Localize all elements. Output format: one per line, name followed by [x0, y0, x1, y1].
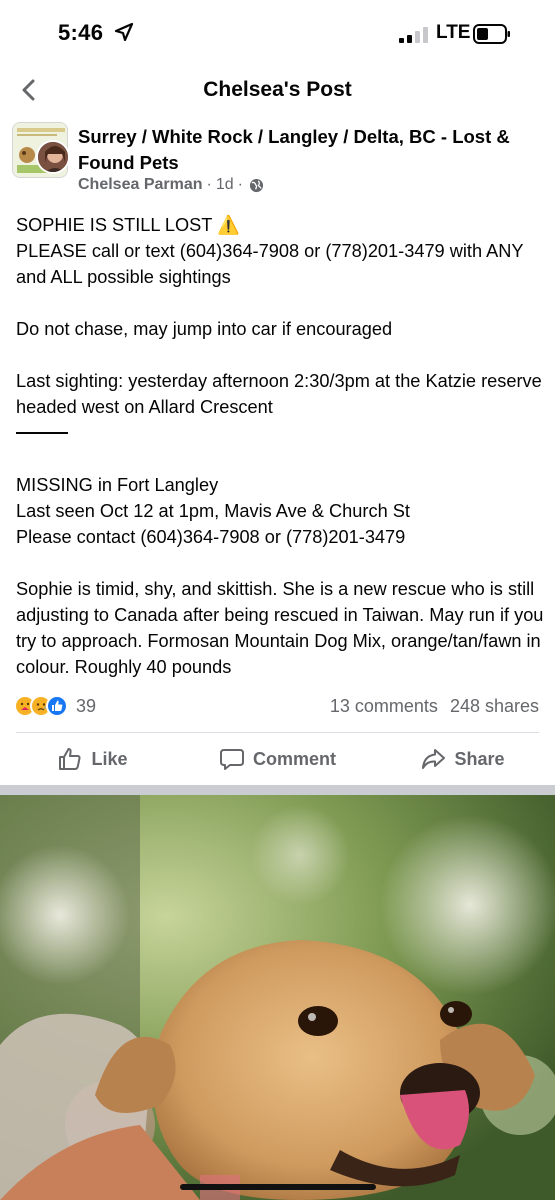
post-actions: Like Comment Share	[0, 733, 555, 785]
shares-count-link[interactable]: 248 shares	[450, 696, 539, 717]
signal-bars-icon	[399, 27, 428, 43]
post-text-line: SOPHIE IS STILL LOST ⚠️	[16, 215, 240, 235]
meta-separator: ·	[206, 176, 212, 193]
post-text-line: MISSING in Fort Langley	[16, 475, 219, 495]
dog-photo-icon	[0, 795, 555, 1200]
author-name[interactable]: Chelsea Parman	[78, 176, 203, 194]
battery-icon	[473, 24, 510, 44]
post-photo[interactable]	[0, 795, 555, 1200]
network-type: LTE	[436, 22, 471, 43]
comments-count-link[interactable]: 13 comments	[330, 696, 438, 717]
like-thumb-icon	[46, 695, 68, 717]
like-button[interactable]: Like	[0, 733, 185, 785]
post-header: Surrey / White Rock / Langley / Delta, B…	[0, 118, 555, 200]
post-text-line: Sophie is timid, shy, and skittish. She …	[16, 579, 544, 677]
comment-bubble-icon	[219, 749, 244, 770]
thumbs-up-icon	[59, 747, 81, 770]
group-name-link[interactable]: Surrey / White Rock / Langley / Delta, B…	[78, 124, 538, 176]
location-arrow-icon	[114, 22, 134, 42]
home-indicator[interactable]	[180, 1184, 376, 1190]
post-text-line: Last seen Oct 12 at 1pm, Mavis Ave & Chu…	[16, 501, 410, 521]
post-text-line: Please contact (604)364-7908 or (778)201…	[16, 527, 406, 547]
post-time[interactable]: 1d	[216, 176, 234, 194]
nav-bar: Chelsea's Post	[0, 62, 555, 117]
meta-separator: ·	[237, 176, 243, 193]
post-meta: Chelsea Parman · 1d ·	[78, 176, 264, 194]
post-text-line: PLEASE call or text (604)364-7908 or (77…	[16, 241, 524, 287]
reaction-count: 39	[76, 695, 97, 716]
share-label: Share	[454, 748, 505, 769]
status-time: 5:46	[58, 20, 104, 45]
engagement-counts: 13 comments 248 shares	[330, 696, 539, 717]
post-text-line: Last sighting: yesterday afternoon 2:30/…	[16, 371, 542, 417]
comment-button[interactable]: Comment	[185, 733, 370, 785]
text-divider	[16, 432, 68, 434]
like-label: Like	[91, 748, 128, 769]
reactions-summary[interactable]: 39	[14, 695, 96, 717]
post-body: SOPHIE IS STILL LOST ⚠️ PLEASE call or t…	[16, 212, 546, 680]
comment-label: Comment	[252, 748, 336, 769]
post-text-line: Do not chase, may jump into car if encou…	[16, 319, 393, 339]
share-arrow-icon	[422, 749, 446, 769]
avatar[interactable]	[36, 140, 70, 174]
share-button[interactable]: Share	[370, 733, 555, 785]
section-separator	[0, 785, 555, 795]
page-title: Chelsea's Post	[203, 78, 352, 101]
status-bar: 5:46 LTE	[0, 0, 555, 62]
globe-icon	[249, 178, 264, 192]
